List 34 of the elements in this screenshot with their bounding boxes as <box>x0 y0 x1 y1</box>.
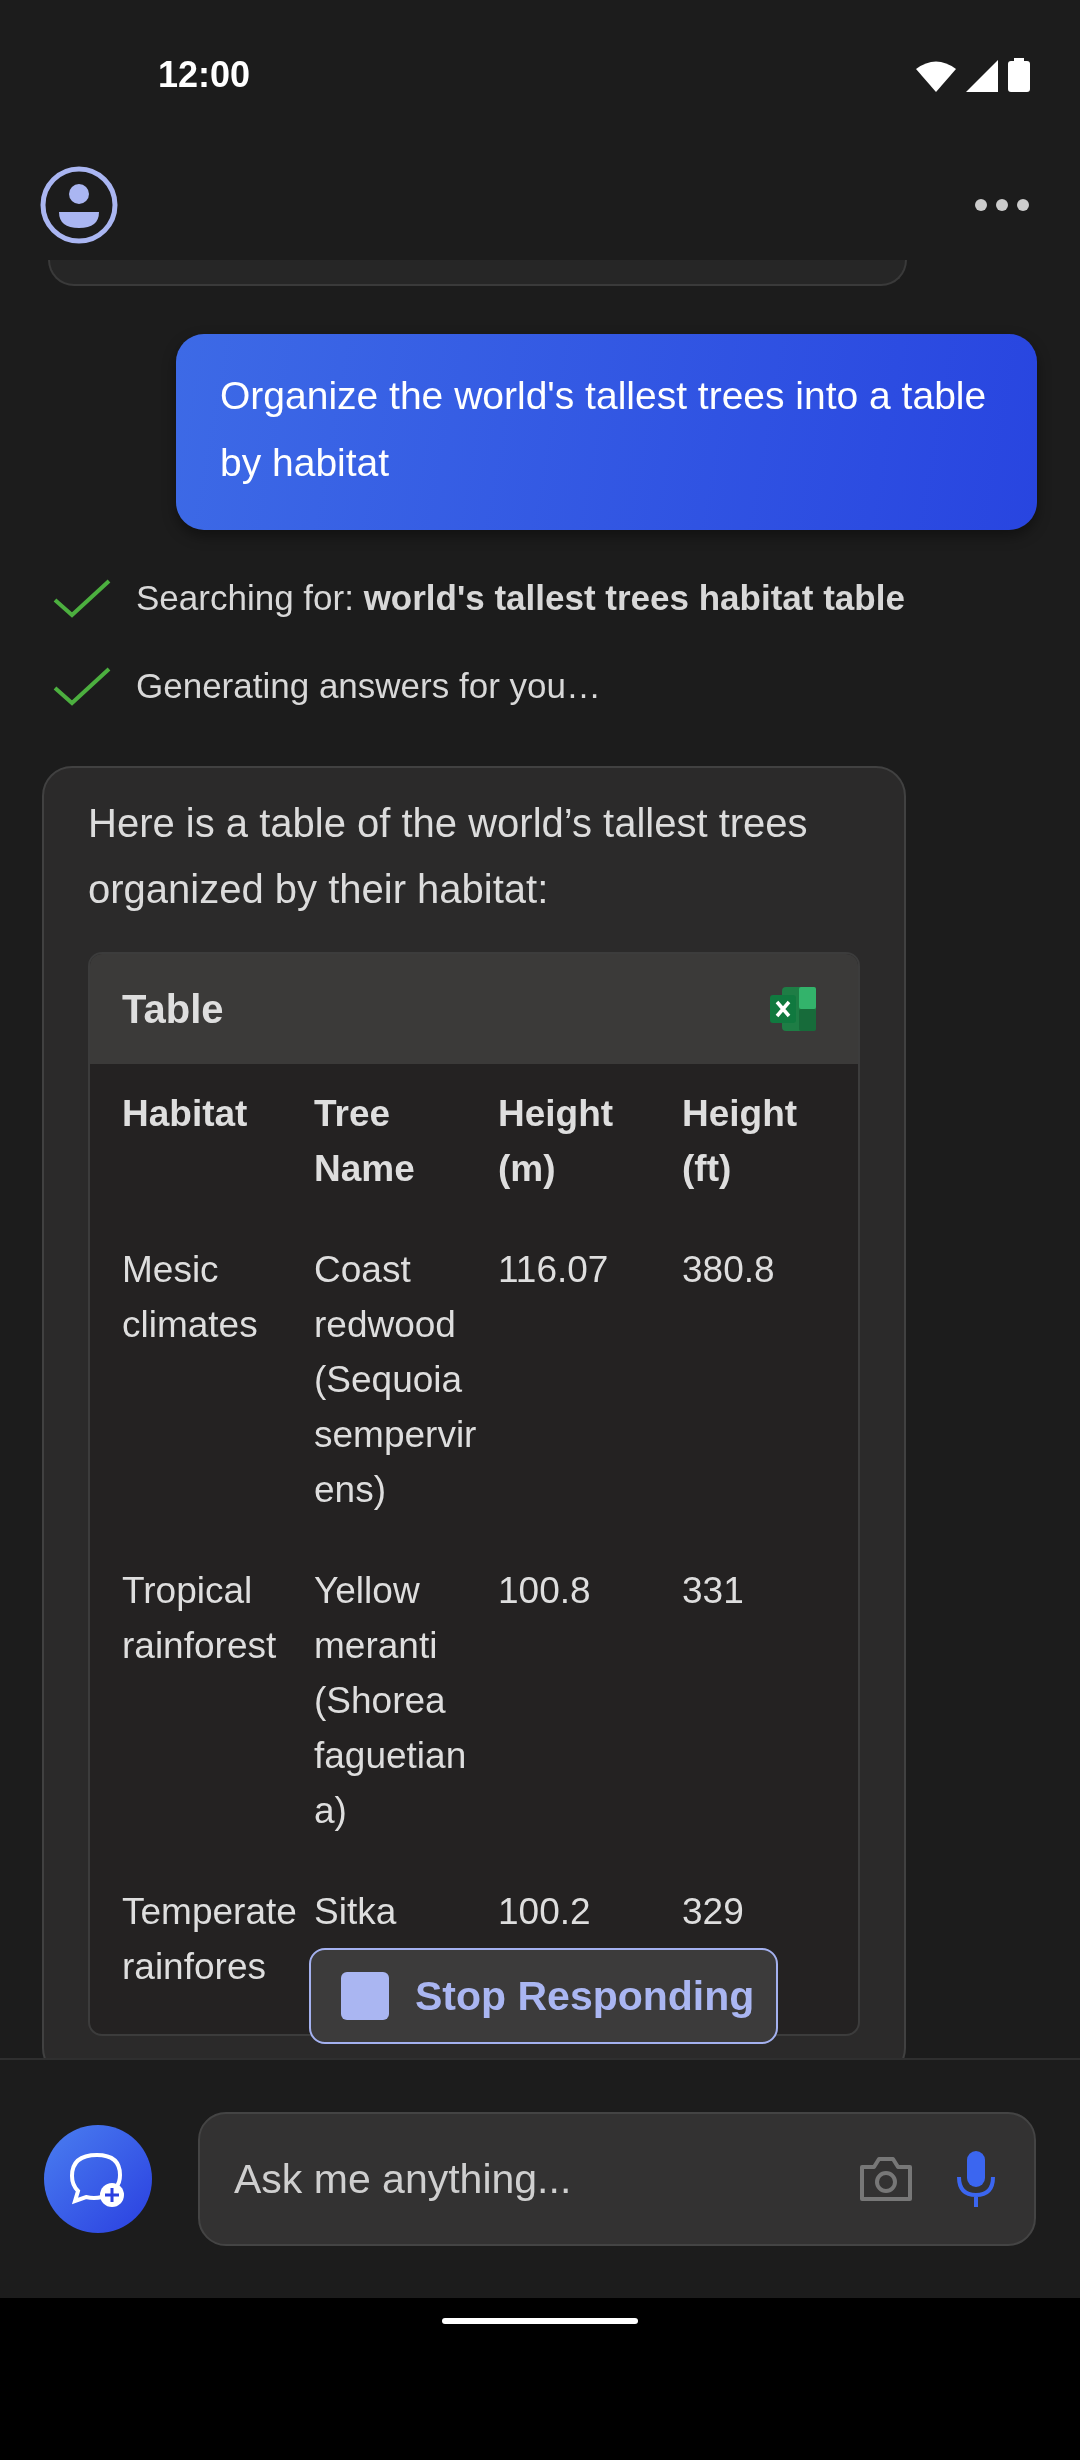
column-header: Habitat <box>122 1092 249 1136</box>
battery-icon <box>1008 58 1030 92</box>
table-cell-text: 329 <box>682 1890 745 1934</box>
microphone-icon[interactable] <box>956 2151 996 2207</box>
user-message: Organize the world's tallest trees into a table by habitat <box>176 334 1037 530</box>
table-cell-text: 331 <box>682 1569 745 1613</box>
table-cell-text: Tropical rainforest <box>122 1569 278 1668</box>
table-title: Table <box>122 986 224 1032</box>
column-header: Height (m) <box>498 1092 615 1191</box>
status-time: 12:00 <box>158 54 251 96</box>
table-cell-text: 100.8 <box>498 1569 592 1613</box>
progress-step-text: Searching for: world's tallest trees habitat table <box>136 578 905 618</box>
table-cell-text: Yellow meranti (Shorea faguetiana) <box>314 1569 468 1833</box>
table-cell-text: Coast redwood (Sequoia sempervirens) <box>314 1248 478 1512</box>
message-input[interactable]: Ask me anything... <box>198 2112 1036 2246</box>
stop-icon <box>341 1972 389 2020</box>
stop-responding-button[interactable]: Stop Responding <box>309 1948 779 2044</box>
answer-intro: Here is a table of the world’s tallest trees organized by their habitat: <box>88 800 809 913</box>
table-cell-text: Sitka <box>314 1890 398 1934</box>
more-options-icon[interactable] <box>974 198 1030 212</box>
table-cell-text: Temperate rainfores <box>122 1890 298 1989</box>
wifi-icon <box>916 60 956 92</box>
column-header: Tree Name <box>314 1092 416 1191</box>
new-chat-button[interactable] <box>44 2125 152 2233</box>
table-cell-text: 116.07 <box>498 1248 610 1292</box>
progress-step-text: Generating answers for you… <box>136 666 601 706</box>
spreadsheet-icon[interactable] <box>770 985 818 1033</box>
table-cell-text: 380.8 <box>682 1248 776 1292</box>
signal-icon <box>966 60 998 92</box>
table-cell-text: 100.2 <box>498 1890 592 1934</box>
column-header: Height (ft) <box>682 1092 799 1191</box>
profile-icon[interactable] <box>40 166 118 244</box>
camera-icon[interactable] <box>858 2155 914 2203</box>
table-cell-text: Mesic climates <box>122 1248 259 1347</box>
